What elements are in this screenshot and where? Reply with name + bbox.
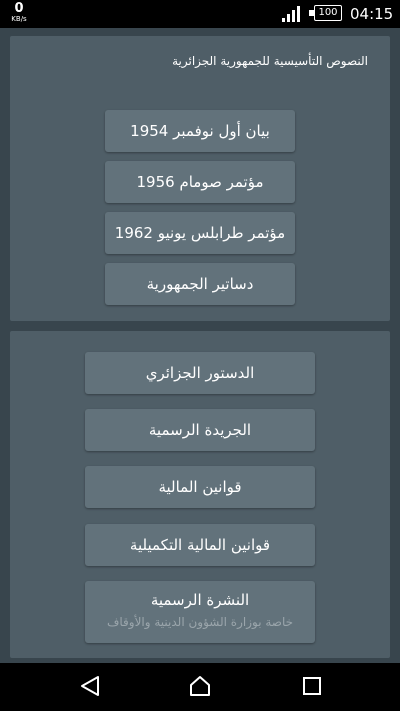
clock: 04:15	[350, 5, 394, 23]
founding-texts-panel: النصوص التأسيسية للجمهورية الجزائرية بيا…	[10, 36, 390, 321]
network-speed-unit: KB/s	[11, 15, 27, 23]
supplementary-finance-laws-button[interactable]: قوانين المالية التكميلية	[85, 524, 315, 566]
recents-icon[interactable]	[301, 674, 323, 698]
button-label: بيان أول نوفمبر 1954	[130, 122, 270, 140]
back-icon[interactable]	[79, 674, 101, 698]
button-label: دساتير الجمهورية	[146, 275, 254, 293]
button-label: قوانين المالية التكميلية	[129, 536, 271, 554]
home-icon[interactable]	[188, 674, 212, 698]
panel-title: النصوص التأسيسية للجمهورية الجزائرية	[172, 54, 368, 68]
signal-icon	[282, 6, 300, 22]
navigation-bar	[0, 663, 400, 711]
button-label: النشرة الرسمية	[150, 591, 250, 609]
button-label: قوانين المالية	[158, 478, 242, 496]
status-bar: 0 KB/s 100 04:15	[0, 0, 400, 28]
algerian-constitution-button[interactable]: الدستور الجزائري	[85, 352, 315, 394]
november-1954-declaration-button[interactable]: بيان أول نوفمبر 1954	[105, 110, 295, 152]
button-label: الجريدة الرسمية	[148, 421, 252, 439]
republic-constitutions-button[interactable]: دساتير الجمهورية	[105, 263, 295, 305]
button-label: مؤتمر طرابلس يونيو 1962	[114, 224, 286, 242]
battery-level: 100	[318, 7, 338, 18]
button-label: الدستور الجزائري	[145, 364, 255, 382]
soummam-1956-congress-button[interactable]: مؤتمر صومام 1956	[105, 161, 295, 203]
button-label: مؤتمر صومام 1956	[136, 173, 264, 191]
button-subtitle: خاصة بوزارة الشؤون الدينية والأوقاف	[106, 615, 294, 629]
network-speed: 0 KB/s	[6, 2, 32, 23]
tripoli-1962-congress-button[interactable]: مؤتمر طرابلس يونيو 1962	[105, 212, 295, 254]
finance-laws-button[interactable]: قوانين المالية	[85, 466, 315, 508]
legal-texts-panel: الدستور الجزائري الجريدة الرسمية قوانين …	[10, 331, 390, 658]
battery-icon: 100	[314, 5, 342, 21]
official-bulletin-button[interactable]: النشرة الرسمية خاصة بوزارة الشؤون الديني…	[85, 581, 315, 643]
network-speed-value: 0	[14, 1, 24, 16]
official-gazette-button[interactable]: الجريدة الرسمية	[85, 409, 315, 451]
